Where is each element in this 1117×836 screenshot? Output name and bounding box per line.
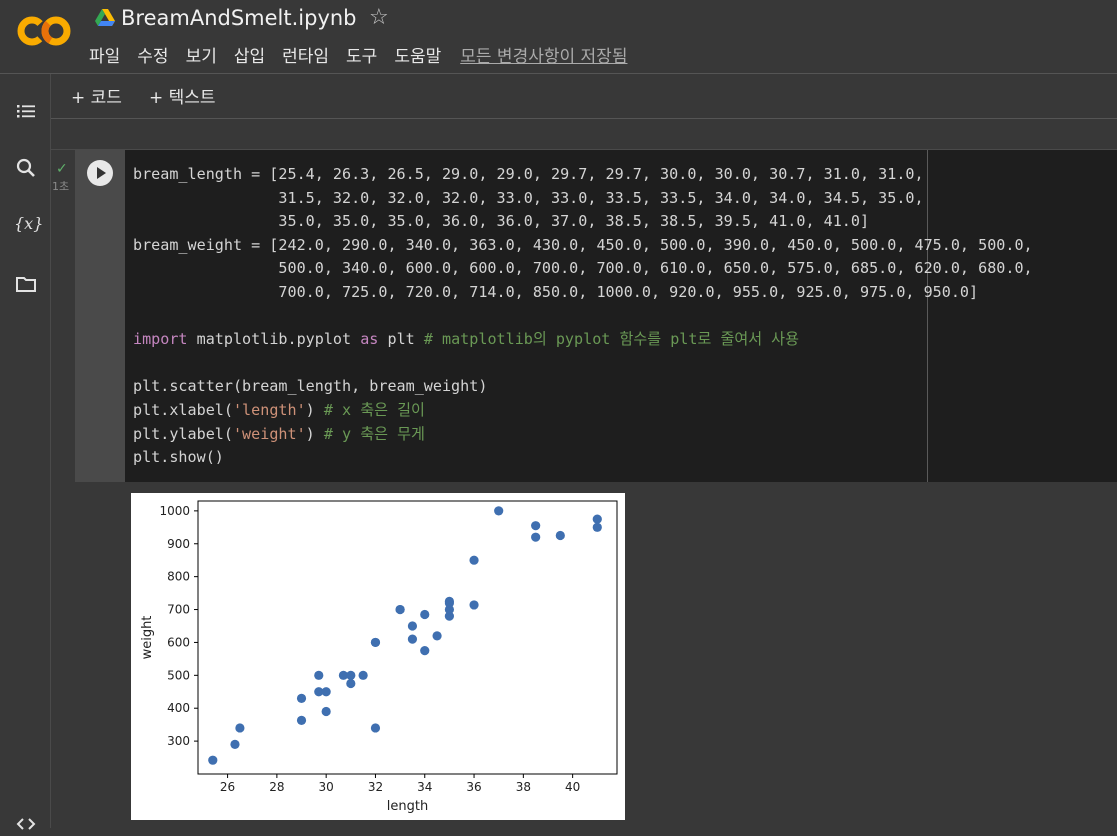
data-point — [370, 723, 381, 733]
scatter-chart: 26 28 30 32 34 36 38 40 300 400 500 600 700 800 900 100… — [131, 493, 625, 820]
add-code-button[interactable]: + 코드 — [71, 83, 122, 108]
notebook-title[interactable]: BreamAndSmelt.ipynb — [121, 6, 357, 30]
data-point — [370, 637, 381, 648]
data-point — [432, 631, 442, 641]
code-line: 500.0, 340.0, 600.0, 600.0, 700.0, 700.0… — [133, 259, 1033, 278]
menu-runtime[interactable]: 런타임 — [282, 42, 329, 67]
data-point — [420, 609, 430, 620]
code-line: bream_length = [25.4, 26.3, 26.5, 29.0, … — [133, 165, 924, 183]
star-icon[interactable]: ☆ — [369, 5, 389, 30]
colab-logo[interactable] — [17, 14, 71, 48]
sidebar: {x} — [0, 74, 51, 830]
google-drive-icon[interactable] — [95, 9, 115, 27]
data-point — [395, 604, 405, 615]
x-tick-label: 38 — [516, 780, 531, 794]
y-tick-label: 800 — [167, 570, 190, 584]
data-point — [346, 670, 356, 680]
table-of-contents-icon[interactable] — [14, 99, 38, 123]
x-tick-label: 30 — [319, 780, 334, 794]
data-point — [469, 600, 479, 610]
data-point — [208, 755, 218, 765]
menu-help[interactable]: 도움말 — [394, 42, 441, 67]
save-status[interactable]: 모든 변경사항이 저장됨 — [460, 42, 627, 67]
data-point — [494, 506, 504, 516]
data-point — [407, 621, 418, 631]
add-text-button[interactable]: + 텍스트 — [149, 83, 216, 108]
chart-svg: 26 28 30 32 34 36 38 40 300 400 500 600 700 800 900 100… — [140, 500, 618, 814]
code-line: plt.xlabel('length') # x 축은 길이 — [133, 400, 425, 419]
y-tick-label: 700 — [167, 603, 190, 617]
code-text[interactable]: bream_length = [25.4, 26.3, 26.5, 29.0, … — [133, 163, 1033, 470]
x-tick-label: 40 — [565, 780, 580, 794]
y-tick-label: 300 — [167, 734, 190, 748]
y-axis-label: weight — [140, 616, 155, 660]
data-point — [296, 715, 307, 725]
menu-edit[interactable]: 수정 — [137, 42, 168, 67]
data-point — [321, 706, 331, 717]
code-line: plt.ylabel('weight') # y 축은 무게 — [133, 424, 425, 443]
menu-bar: 파일 수정 보기 삽입 런타임 도구 도움말 모든 변경사항이 저장됨 — [89, 42, 644, 67]
data-point — [531, 532, 541, 542]
code-line: 35.0, 35.0, 35.0, 36.0, 36.0, 37.0, 38.5… — [133, 212, 870, 231]
data-point — [420, 646, 430, 656]
cell-toolbar: + 코드 + 텍스트 — [51, 74, 1117, 119]
x-tick-label: 34 — [417, 780, 432, 794]
header: BreamAndSmelt.ipynb ☆ 파일 수정 보기 삽입 런타임 도구… — [0, 0, 1117, 74]
code-line: bream_weight = [242.0, 290.0, 340.0, 363… — [133, 235, 1033, 254]
search-icon[interactable] — [14, 156, 38, 180]
execution-time: 1초 — [52, 180, 70, 193]
data-point — [235, 723, 245, 733]
x-tick-label: 36 — [466, 780, 481, 794]
y-tick-label: 1000 — [159, 504, 190, 518]
check-icon: ✓ — [56, 161, 68, 177]
code-line: import matplotlib.pyplot as plt # matplo… — [133, 330, 799, 349]
data-point — [407, 634, 418, 644]
y-tick-label: 600 — [167, 635, 190, 649]
data-point — [296, 693, 307, 703]
data-point — [592, 522, 602, 532]
data-point — [230, 739, 240, 749]
run-cell-button[interactable] — [87, 160, 113, 186]
code-editor[interactable]: bream_length = [25.4, 26.3, 26.5, 29.0, … — [125, 150, 1117, 482]
menu-view[interactable]: 보기 — [186, 42, 217, 67]
menu-insert[interactable]: 삽입 — [234, 42, 265, 67]
variables-icon[interactable]: {x} — [14, 214, 43, 238]
data-point — [555, 530, 565, 541]
menu-tools[interactable]: 도구 — [346, 42, 377, 67]
code-line: plt.show() — [133, 448, 224, 467]
x-tick-label: 26 — [220, 780, 235, 794]
y-tick-label: 900 — [167, 537, 190, 551]
data-point — [321, 687, 331, 697]
data-point — [346, 678, 356, 689]
x-axis-label: length — [387, 799, 428, 814]
code-snippets-icon[interactable] — [14, 812, 38, 836]
code-line: plt.scatter(bream_length, bream_weight) — [133, 377, 488, 396]
folder-icon[interactable] — [14, 272, 38, 296]
x-tick-label: 28 — [269, 780, 284, 794]
cell-gutter — [75, 150, 126, 482]
code-line: 700.0, 725.0, 720.0, 714.0, 850.0, 1000.… — [133, 282, 979, 301]
data-point — [314, 670, 324, 680]
data-point — [444, 598, 454, 608]
data-point — [358, 670, 368, 680]
plot-frame — [197, 500, 618, 775]
code-line: 31.5, 32.0, 32.0, 32.0, 33.0, 33.0, 33.5… — [133, 188, 924, 207]
data-point — [469, 555, 479, 565]
x-tick-label: 32 — [368, 780, 383, 794]
y-tick-label: 500 — [167, 668, 190, 682]
y-tick-label: 400 — [167, 701, 190, 715]
data-point — [531, 521, 541, 531]
data-point — [592, 514, 602, 524]
menu-file[interactable]: 파일 — [89, 42, 120, 67]
